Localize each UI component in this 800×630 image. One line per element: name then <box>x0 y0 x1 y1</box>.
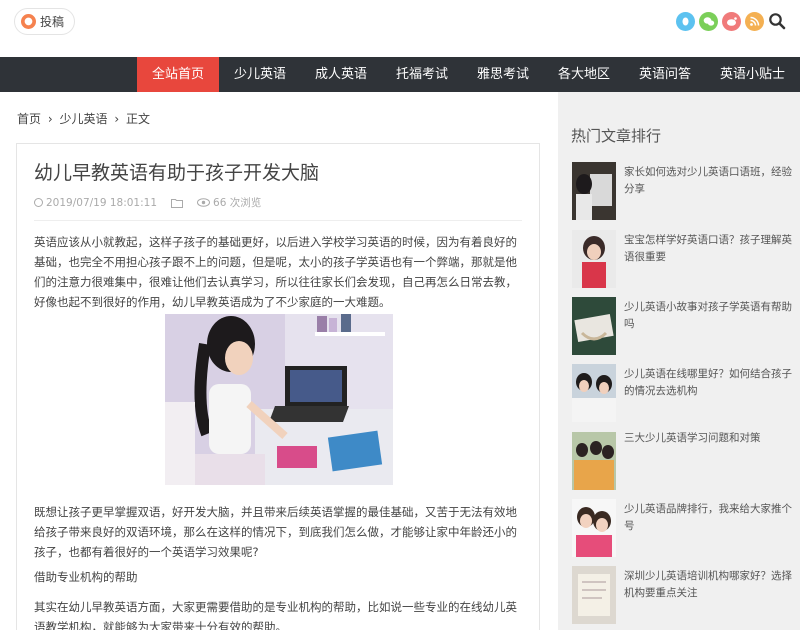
eye-icon <box>197 198 211 207</box>
breadcrumb-category[interactable]: 少儿英语 <box>59 112 107 126</box>
sidebar-item-title[interactable]: 宝宝怎样学好英语口语？孩子理解英语很重要 <box>624 232 794 266</box>
article-thumbnail[interactable] <box>572 432 616 490</box>
sidebar: 热门文章排行 家长如何选对少儿英语口语班，经验分享 宝宝怎样学好英语口语？孩子理… <box>558 92 800 630</box>
article-thumbnail[interactable] <box>572 364 616 422</box>
breadcrumb-home[interactable]: 首页 <box>17 112 41 126</box>
sidebar-item[interactable]: 宝宝怎样学好英语口语？孩子理解英语很重要 <box>572 230 794 288</box>
nav-item-ielts[interactable]: 雅思考试 <box>463 57 543 92</box>
sidebar-item[interactable]: 少儿英语小故事对孩子学英语有帮助吗 <box>572 297 794 355</box>
article-thumbnail[interactable] <box>572 297 616 355</box>
sidebar-item[interactable]: 少儿英语品牌排行，我来给大家推个号 <box>572 499 794 557</box>
nav-item-toefl[interactable]: 托福考试 <box>381 57 463 92</box>
contribute-label: 投稿 <box>40 15 65 29</box>
article-thumbnail[interactable] <box>572 230 616 288</box>
sidebar-item[interactable]: 家长如何选对少儿英语口语班，经验分享 <box>572 162 794 220</box>
wechat-icon[interactable] <box>699 12 718 31</box>
article-thumbnail[interactable] <box>572 162 616 220</box>
sidebar-item[interactable]: 三大少儿英语学习问题和对策 <box>572 432 794 490</box>
nav-item-tips[interactable]: 英语小贴士 <box>705 57 800 92</box>
user-icon: ● <box>21 14 36 29</box>
divider <box>34 220 522 221</box>
contribute-button[interactable]: ● 投稿 <box>14 8 76 35</box>
nav-item-qa[interactable]: 英语问答 <box>625 57 705 92</box>
sidebar-item-title[interactable]: 少儿英语品牌排行，我来给大家推个号 <box>624 501 794 535</box>
article-meta: 2019/07/19 18:01:11 66 次浏览 <box>34 195 275 210</box>
article-title: 幼儿早教英语有助于孩子开发大脑 <box>34 162 320 184</box>
main-nav: 全站首页 少儿英语 成人英语 托福考试 雅思考试 各大地区 英语问答 英语小贴士 <box>0 57 800 92</box>
breadcrumb-separator: › <box>114 112 120 126</box>
date-meta: 2019/07/19 18:01:11 <box>34 197 157 209</box>
social-icons <box>676 12 764 31</box>
article-date: 2019/07/19 18:01:11 <box>46 196 158 209</box>
nav-item-regions[interactable]: 各大地区 <box>543 57 625 92</box>
sidebar-title: 热门文章排行 <box>571 127 662 145</box>
breadcrumb-separator: › <box>47 112 53 126</box>
sidebar-item[interactable]: 少儿英语在线哪里好？如何结合孩子的情况去选机构 <box>572 364 794 422</box>
rss-icon[interactable] <box>745 12 764 31</box>
search-icon[interactable] <box>768 12 786 30</box>
sidebar-item[interactable]: 深圳少儿英语培训机构哪家好？选择机构要重点关注 <box>572 566 794 624</box>
top-bar: ● 投稿 <box>0 0 800 57</box>
qq-icon[interactable] <box>676 12 695 31</box>
weibo-icon[interactable] <box>722 12 741 31</box>
article-thumbnail[interactable] <box>572 499 616 557</box>
article-paragraph: 英语应该从小就教起，这样子孩子的基础更好，以后进入学校学习英语的时候，因为有着良… <box>34 235 517 309</box>
sidebar-item-title[interactable]: 少儿英语在线哪里好？如何结合孩子的情况去选机构 <box>624 366 794 400</box>
folder-icon <box>171 198 184 208</box>
sidebar-item-title[interactable]: 家长如何选对少儿英语口语班，经验分享 <box>624 164 794 198</box>
breadcrumb: 首页 › 少儿英语 › 正文 <box>17 110 153 127</box>
article-paragraph: 其实在幼儿早教英语方面，大家更需要借助的是专业机构的帮助，比如说一些专业的在线幼… <box>34 600 517 630</box>
article-paragraph: 既想让孩子更早掌握双语，好开发大脑，并且带来后续英语掌握的最佳基础，又苦于无法有… <box>34 505 517 559</box>
article-card: 幼儿早教英语有助于孩子开发大脑 2019/07/19 18:01:11 66 次… <box>16 143 540 630</box>
breadcrumb-current: 正文 <box>125 112 150 126</box>
clock-icon <box>34 198 43 207</box>
article-thumbnail[interactable] <box>572 566 616 624</box>
article-image <box>165 314 393 485</box>
nav-item-kids-english[interactable]: 少儿英语 <box>219 57 301 92</box>
views-meta: 66 次浏览 <box>197 195 261 210</box>
nav-item-adult-english[interactable]: 成人英语 <box>301 57 381 92</box>
sidebar-item-title[interactable]: 少儿英语小故事对孩子学英语有帮助吗 <box>624 299 794 333</box>
sidebar-item-title[interactable]: 三大少儿英语学习问题和对策 <box>624 430 794 447</box>
article-subheading: 借助专业机构的帮助 <box>34 570 138 584</box>
sidebar-item-title[interactable]: 深圳少儿英语培训机构哪家好？选择机构要重点关注 <box>624 568 794 602</box>
category-meta <box>171 198 184 208</box>
nav-item-home[interactable]: 全站首页 <box>137 57 219 92</box>
article-views: 66 次浏览 <box>213 197 262 209</box>
